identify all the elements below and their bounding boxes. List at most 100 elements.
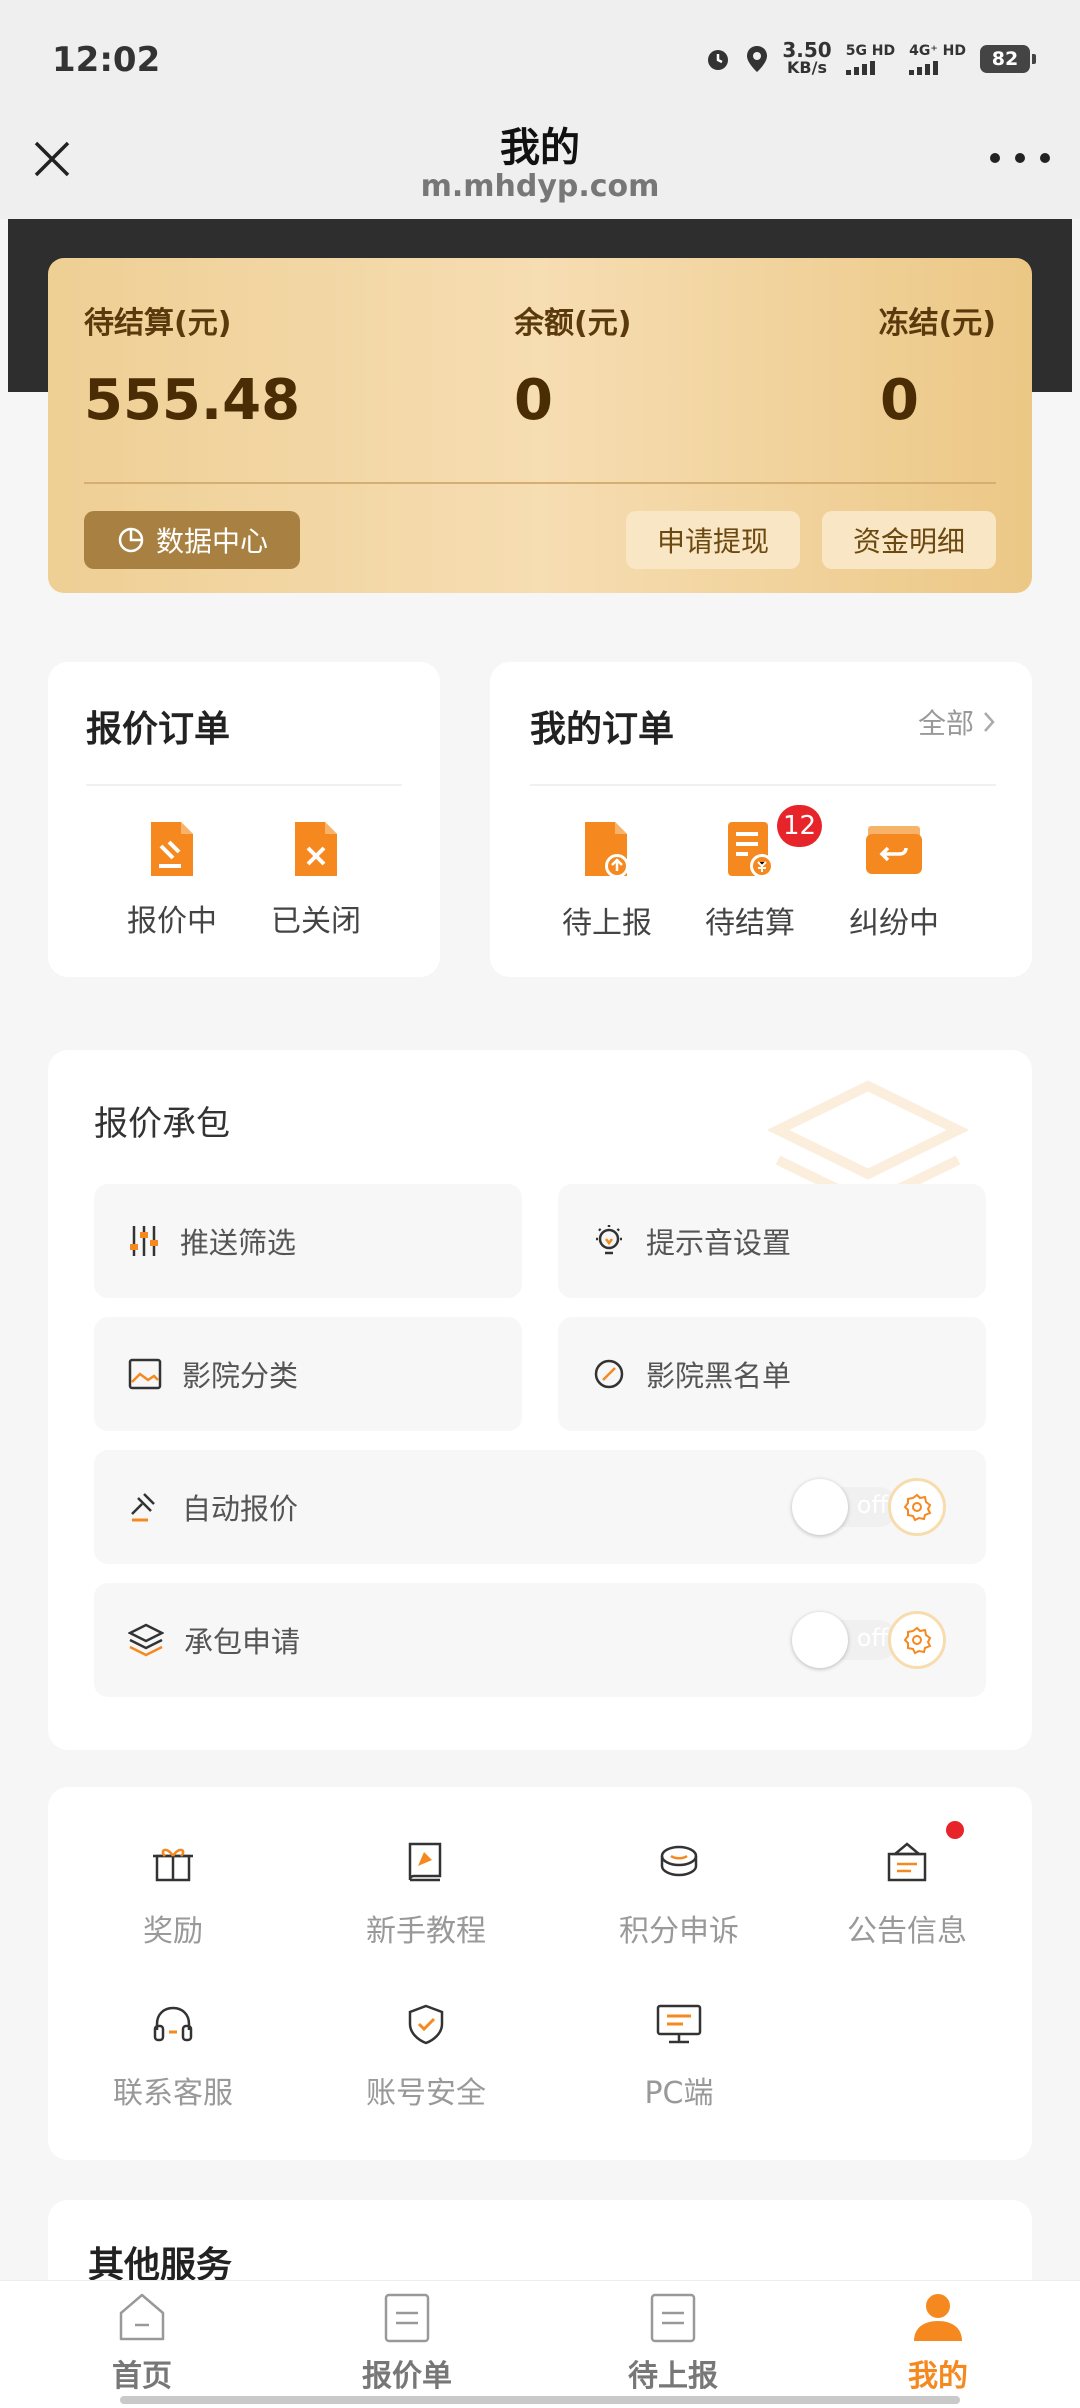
- contract-apply-tile: 承包申请 off: [94, 1583, 986, 1697]
- balance-card: 待结算(元) 555.48 余额(元) 0 冻结(元) 0 数据中心 申请提现 …: [48, 258, 1032, 593]
- balance-value: 0: [514, 368, 553, 433]
- auto-quote-toggle[interactable]: off: [792, 1479, 898, 1535]
- toggle-knob: [792, 1479, 848, 1535]
- home-indicator[interactable]: [120, 2396, 960, 2404]
- push-filter-label: 推送筛选: [180, 1226, 297, 1260]
- pending-label: 待结算(元): [84, 306, 232, 341]
- frozen-label: 冻结(元): [878, 306, 996, 341]
- tool-tutorial[interactable]: 新手教程: [301, 1832, 551, 1950]
- user-icon: [914, 2294, 962, 2341]
- shield-icon: [408, 2004, 444, 2045]
- home-icon: [119, 2293, 165, 2341]
- contract-apply-settings-button[interactable]: [888, 1611, 946, 1669]
- tool-customer-service[interactable]: 联系客服: [48, 1994, 298, 2112]
- sound-settings-label: 提示音设置: [646, 1226, 792, 1260]
- gear-icon: [903, 1493, 932, 1522]
- page-url: m.mhdyp.com: [420, 169, 660, 204]
- cinema-blacklist-label: 影院黑名单: [646, 1359, 792, 1393]
- tool-label: 公告信息: [847, 1914, 967, 1949]
- new-notice-dot: [946, 1821, 964, 1839]
- view-all-orders-link[interactable]: 全部: [918, 702, 996, 742]
- tab-to-report[interactable]: 待上报: [583, 2291, 763, 2395]
- contract-apply-toggle[interactable]: off: [792, 1612, 898, 1668]
- withdraw-button[interactable]: 申请提现: [626, 511, 800, 569]
- tools-card: 奖励 新手教程 积分申诉 公告信息 联系客服 账号安全 PC端: [48, 1787, 1032, 2160]
- network-speed: 3.50 KB/s: [782, 38, 832, 77]
- fund-details-button[interactable]: 资金明细: [822, 511, 996, 569]
- order-item-to-report[interactable]: 待上报: [537, 820, 677, 942]
- data-center-label: 数据中心: [155, 525, 268, 558]
- order-item-dispute[interactable]: 纠纷中: [824, 820, 964, 942]
- quoting-doc-icon: [151, 822, 193, 876]
- frozen-value: 0: [880, 368, 919, 433]
- order-item-closed[interactable]: 已关闭: [246, 820, 386, 940]
- tool-reward[interactable]: 奖励: [48, 1832, 298, 1950]
- pie-chart-icon: [118, 527, 144, 553]
- page-title: 我的: [500, 125, 580, 171]
- battery-icon: 82: [980, 45, 1036, 73]
- tool-label: 新手教程: [366, 1914, 486, 1949]
- auto-quote-label: 自动报价: [182, 1492, 299, 1526]
- tab-quote-list[interactable]: 报价单: [317, 2291, 497, 2395]
- order-item-label: 待上报: [562, 906, 652, 941]
- toggle-knob: [792, 1612, 848, 1668]
- net-speed-value: 3.50: [782, 38, 832, 62]
- alarm-icon: [708, 50, 729, 70]
- location-icon: [747, 46, 768, 72]
- net-speed-unit: KB/s: [787, 58, 827, 77]
- tool-label: 奖励: [143, 1914, 203, 1949]
- signal-4g-label: 4G⁺ HD: [909, 43, 966, 59]
- cinema-category-tile[interactable]: 影院分类: [94, 1317, 522, 1431]
- signal-5g-label: 5G HD: [845, 43, 896, 59]
- my-orders-card: 我的订单 全部 待上报 待结算 12 纠纷中: [490, 662, 1032, 977]
- image-icon: [128, 1358, 162, 1390]
- card-divider: [86, 784, 402, 786]
- tab-mine[interactable]: 我的: [848, 2291, 1028, 2395]
- contract-title: 报价承包: [94, 1104, 230, 1144]
- gift-icon: [153, 1848, 193, 1882]
- document-icon: [384, 2293, 430, 2343]
- tool-announcements[interactable]: 公告信息: [782, 1832, 1032, 1950]
- tool-pc[interactable]: PC端: [554, 1994, 804, 2112]
- tool-account-security[interactable]: 账号安全: [301, 1994, 551, 2112]
- signal-bars-icon: [909, 59, 939, 75]
- status-time: 12:02: [52, 40, 161, 80]
- status-icons: 3.50 KB/s 5G HD 4G⁺ HD 82: [704, 38, 1036, 77]
- browser-header: 我的 m.mhdyp.com: [0, 115, 1080, 219]
- cinema-category-label: 影院分类: [182, 1359, 299, 1393]
- my-orders-title: 我的订单: [530, 709, 675, 750]
- balance-divider: [84, 482, 996, 484]
- auto-quote-settings-button[interactable]: [888, 1478, 946, 1536]
- sound-settings-tile[interactable]: 提示音设置: [558, 1184, 986, 1298]
- more-dot: [1015, 153, 1025, 163]
- upload-doc-icon: [585, 822, 629, 878]
- tab-label: 我的: [908, 2359, 968, 2394]
- toggle-state-label: off: [856, 1624, 888, 1652]
- signal-5g: 5G HD: [845, 43, 896, 75]
- balance-label: 余额(元): [514, 306, 632, 341]
- more-button[interactable]: [990, 143, 1050, 173]
- tool-points-appeal[interactable]: 积分申诉: [554, 1832, 804, 1950]
- more-dot: [990, 153, 1000, 163]
- order-item-label: 待结算: [705, 906, 795, 941]
- tool-label: 联系客服: [113, 2076, 233, 2111]
- tab-home[interactable]: 首页: [52, 2291, 232, 2395]
- order-item-label: 报价中: [127, 904, 217, 939]
- quote-orders-title: 报价订单: [86, 709, 231, 750]
- tool-label: PC端: [644, 2076, 714, 2111]
- headset-icon: [153, 2006, 193, 2042]
- monitor-icon: [656, 2004, 702, 2044]
- bottom-tab-bar: 首页 报价单 待上报 我的: [0, 2280, 1080, 2408]
- push-filter-tile[interactable]: 推送筛选: [94, 1184, 522, 1298]
- data-center-button[interactable]: 数据中心: [84, 511, 300, 569]
- book-icon: [408, 1842, 442, 1882]
- card-divider: [530, 784, 996, 786]
- tab-label: 待上报: [628, 2359, 718, 2394]
- order-item-label: 纠纷中: [849, 906, 939, 941]
- order-item-quoting[interactable]: 报价中: [102, 820, 242, 940]
- cinema-blacklist-tile[interactable]: 影院黑名单: [558, 1317, 986, 1431]
- notification-badge: 12: [777, 805, 823, 847]
- coins-icon: [660, 1845, 698, 1877]
- tool-label: 积分申诉: [619, 1914, 739, 1949]
- layers-icon: [128, 1623, 164, 1657]
